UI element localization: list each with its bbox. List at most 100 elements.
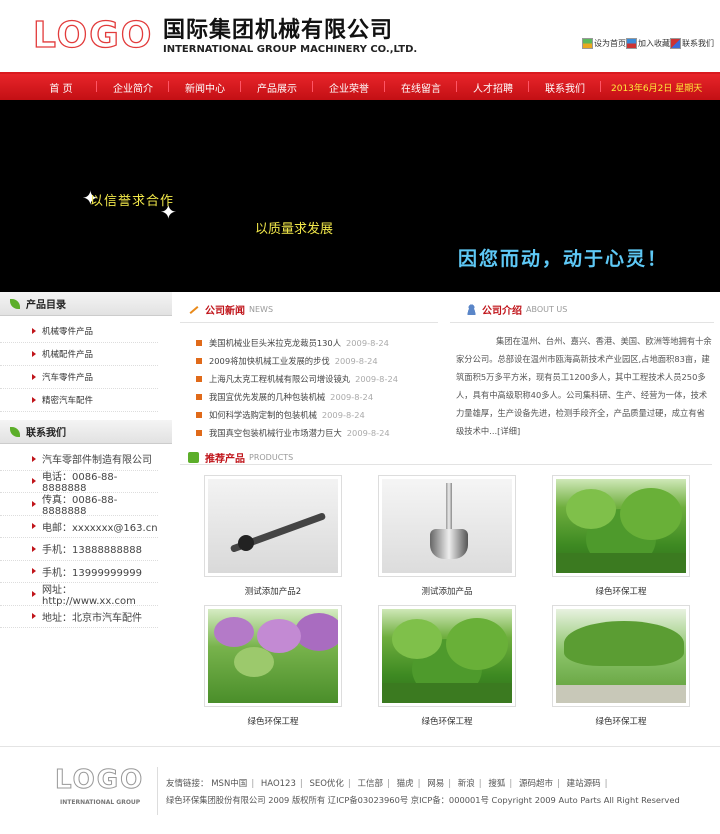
arrow-icon <box>32 590 36 597</box>
arrow-icon <box>32 455 36 462</box>
leaf-icon <box>10 426 20 437</box>
banner-slogan-1: 以信誉求合作 <box>90 194 175 209</box>
arrow-icon <box>32 397 36 403</box>
footer-logo: LOGO <box>54 765 145 796</box>
product-image[interactable] <box>382 609 512 703</box>
product-card[interactable]: 绿色环保工程 <box>552 605 690 727</box>
product-card[interactable]: 测试添加产品 <box>378 475 516 597</box>
contact-item: 汽车零部件制造有限公司 <box>0 448 158 471</box>
banner-slogan-2: 以质量求发展 <box>255 222 334 237</box>
product-card[interactable]: 绿色环保工程 <box>552 475 690 597</box>
news-item[interactable]: 2009将加快机械工业发展的步伐 2009-8-24 <box>196 352 440 370</box>
catalog-item[interactable]: 机械配件产品 <box>0 343 158 366</box>
set-homepage-link[interactable]: 设为首页 <box>582 38 626 49</box>
contact-item: 网址：http://www.xx.com <box>0 583 158 607</box>
arrow-icon <box>32 351 36 357</box>
news-section: 公司新闻 NEWS 美国机械业巨头米拉克龙裁员130人 2009-8-24 200… <box>178 292 440 447</box>
news-item[interactable]: 我国宜优先发展的几种包装机械 2009-8-24 <box>196 388 440 406</box>
product-card[interactable]: 绿色环保工程 <box>204 605 342 727</box>
friend-link[interactable]: 新浪 <box>458 779 475 789</box>
nav-news[interactable]: 新闻中心 <box>169 80 241 95</box>
news-item[interactable]: 美国机械业巨头米拉克龙裁员130人 2009-8-24 <box>196 334 440 352</box>
arrow-icon <box>32 374 36 380</box>
arrow-icon <box>32 328 36 334</box>
current-date: 2013年6月2日 星期天 <box>611 83 703 94</box>
contact-item: 电话：0086-88-8888888 <box>0 471 158 494</box>
contact-item: 手机：13888888888 <box>0 538 158 561</box>
main-content: 公司新闻 NEWS 美国机械业巨头米拉克龙裁员130人 2009-8-24 200… <box>178 292 714 734</box>
bullet-icon <box>196 376 202 382</box>
about-section: 公司介绍 ABOUT US 集团在温州、台州、嘉兴、香港、美国、欧洲等地拥有十余… <box>450 292 714 447</box>
header: LOGO 国际集团机械有限公司 INTERNATIONAL GROUP MACH… <box>0 0 720 72</box>
nav-honors[interactable]: 企业荣誉 <box>313 80 385 95</box>
arrow-icon <box>32 613 36 620</box>
divider <box>180 322 438 323</box>
product-image[interactable] <box>208 479 338 573</box>
arrow-icon <box>32 545 36 552</box>
product-name[interactable]: 绿色环保工程 <box>204 715 342 727</box>
nav-about[interactable]: 企业简介 <box>97 80 169 95</box>
banner-slogan-3: 因您而动，动于心灵！ <box>458 248 669 270</box>
products-icon <box>188 452 199 463</box>
friend-link[interactable]: HAO123 <box>261 779 296 789</box>
product-name[interactable]: 绿色环保工程 <box>378 715 516 727</box>
contact-us-link[interactable]: 联系我们 <box>670 38 714 49</box>
friend-link[interactable]: 搜狐 <box>488 779 505 789</box>
bullet-icon <box>196 394 202 400</box>
copyright: 绿色环保集团股份有限公司 2009 版权所有 辽ICP备03023960号 京I… <box>166 795 680 805</box>
product-catalog-list: 机械零件产品 机械配件产品 汽车零件产品 精密汽车配件 <box>0 316 172 420</box>
catalog-item[interactable]: 精密汽车配件 <box>0 389 158 412</box>
nav-jobs[interactable]: 人才招聘 <box>457 80 529 95</box>
news-item[interactable]: 如何科学选购定制的包装机械 2009-8-24 <box>196 406 440 424</box>
contact-item: 电邮：xxxxxxx@163.cn <box>0 516 158 538</box>
product-name[interactable]: 绿色环保工程 <box>552 585 690 597</box>
contact-item: 地址：北京市汽车配件 <box>0 606 158 628</box>
product-card[interactable]: 绿色环保工程 <box>378 605 516 727</box>
friend-link[interactable]: 源码超市 <box>519 779 553 789</box>
favorite-icon <box>626 38 637 49</box>
product-name[interactable]: 测试添加产品 <box>378 585 516 597</box>
sidebar: 产品目录 机械零件产品 机械配件产品 汽车零件产品 精密汽车配件 联系我们 汽车… <box>0 292 172 628</box>
logo[interactable]: LOGO <box>32 15 153 56</box>
friend-link[interactable]: 猫虎 <box>397 779 414 789</box>
friend-link[interactable]: MSN中国 <box>211 779 247 789</box>
product-image[interactable] <box>556 609 686 703</box>
friend-link[interactable]: 工信部 <box>358 779 384 789</box>
pen-icon <box>188 305 200 315</box>
more-link[interactable]: [详细] <box>497 426 520 436</box>
product-image[interactable] <box>556 479 686 573</box>
contact-header: 联系我们 <box>0 420 172 444</box>
person-icon <box>466 304 477 315</box>
product-image[interactable] <box>382 479 512 573</box>
contact-icon <box>670 38 681 49</box>
nav-message[interactable]: 在线留言 <box>385 80 457 95</box>
product-name[interactable]: 测试添加产品2 <box>204 585 342 597</box>
product-card[interactable]: 测试添加产品2 <box>204 475 342 597</box>
company-name-en: INTERNATIONAL GROUP MACHINERY CO.,LTD. <box>163 44 418 55</box>
catalog-item[interactable]: 汽车零件产品 <box>0 366 158 389</box>
friend-links: 友情链接： MSN中国 | HAO123 | SEO优化 | 工信部 | 猫虎 | 网易 |… <box>166 779 608 789</box>
home-icon <box>582 38 593 49</box>
nav-home[interactable]: 首 页 <box>25 80 97 95</box>
news-list: 美国机械业巨头米拉克龙裁员130人 2009-8-24 2009将加快机械工业发展… <box>196 334 440 442</box>
banner: ✦ ✦ 以信誉求合作 以质量求发展 因您而动，动于心灵！ <box>0 100 720 292</box>
footer-logo-sub: INTERNATIONAL GROUP <box>60 799 141 806</box>
friend-link[interactable]: 建站源码 <box>567 779 601 789</box>
news-item[interactable]: 我国真空包装机械行业市场潜力巨大 2009-8-24 <box>196 424 440 442</box>
nav-contact[interactable]: 联系我们 <box>529 80 601 95</box>
nav-products[interactable]: 产品展示 <box>241 80 313 95</box>
friend-link[interactable]: SEO优化 <box>309 779 343 789</box>
arrow-icon <box>32 568 36 575</box>
footer: LOGO INTERNATIONAL GROUP 友情链接： MSN中国 | HA… <box>0 746 720 834</box>
divider <box>450 322 714 323</box>
arrow-icon <box>32 478 36 485</box>
friend-link[interactable]: 网易 <box>427 779 444 789</box>
add-favorite-link[interactable]: 加入收藏 <box>626 38 670 49</box>
catalog-item[interactable]: 机械零件产品 <box>0 320 158 343</box>
product-image[interactable] <box>208 609 338 703</box>
about-title: 公司介绍 ABOUT US <box>466 302 567 317</box>
contact-item: 手机：13999999999 <box>0 561 158 583</box>
news-item[interactable]: 上海凡太克工程机械有限公司增设镜丸 2009-8-24 <box>196 370 440 388</box>
product-name[interactable]: 绿色环保工程 <box>552 715 690 727</box>
bullet-icon <box>196 358 202 364</box>
